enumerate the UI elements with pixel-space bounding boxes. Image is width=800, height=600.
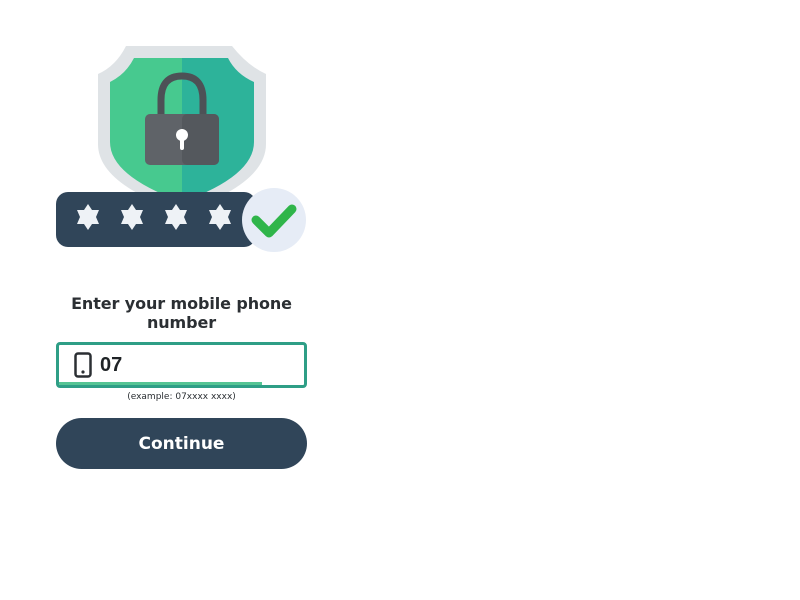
mobile-phone-icon: [72, 351, 94, 379]
phone-form: Enter your mobile phone number (example:…: [56, 294, 307, 469]
entry-progress-bar: [59, 382, 263, 385]
phone-number-input[interactable]: [100, 353, 290, 377]
phone-input-field[interactable]: [56, 342, 307, 388]
phone-prompt-label: Enter your mobile phone number: [71, 294, 292, 332]
security-illustration: [56, 44, 308, 256]
example-hint: (example: 07xxxx xxxx): [127, 392, 236, 402]
shield-lock-icon: [56, 46, 306, 252]
phone-verification-page: Enter your mobile phone number (example:…: [0, 0, 800, 600]
continue-button[interactable]: Continue: [56, 418, 307, 469]
